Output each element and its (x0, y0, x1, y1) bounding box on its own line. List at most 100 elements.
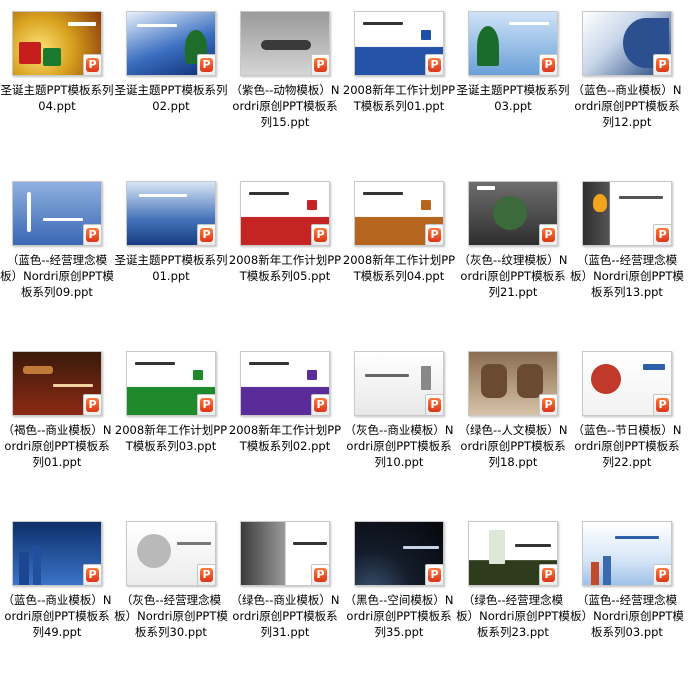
thumbnail-decoration (591, 562, 599, 585)
powerpoint-icon: P (539, 54, 557, 75)
file-item[interactable]: P 2008新年工作计划PPT模板系列04.ppt (342, 170, 456, 338)
file-thumbnail[interactable]: P (582, 521, 672, 586)
file-name-label[interactable]: （褐色--商业模板）Nordri原创PPT模板系列01.ppt (0, 422, 114, 470)
file-thumbnail[interactable]: P (354, 351, 444, 416)
file-name-label[interactable]: 圣诞主题PPT模板系列04.ppt (0, 82, 114, 114)
file-name-label[interactable]: 2008新年工作计划PPT模板系列03.ppt (114, 422, 228, 454)
file-item[interactable]: P 2008新年工作计划PPT模板系列01.ppt (342, 0, 456, 168)
thumbnail-decoration (27, 192, 31, 232)
thumbnail-decoration (307, 200, 317, 210)
powerpoint-icon: P (83, 54, 101, 75)
file-item[interactable]: P 圣诞主题PPT模板系列01.ppt (114, 170, 228, 338)
file-name-label[interactable]: （绿色--经营理念模板）Nordri原创PPT模板系列23.ppt (456, 592, 570, 640)
file-thumbnail[interactable]: P (12, 521, 102, 586)
thumbnail-decoration (68, 22, 96, 26)
file-name-label[interactable]: （灰色--商业模板）Nordri原创PPT模板系列10.ppt (342, 422, 456, 470)
file-thumbnail[interactable]: P (240, 181, 330, 246)
powerpoint-icon-letter: P (430, 398, 439, 411)
thumbnail-decoration (249, 362, 289, 365)
file-name-label[interactable]: （蓝色--经营理念模板）Nordri原创PPT模板系列03.ppt (570, 592, 684, 640)
file-item[interactable]: P 圣诞主题PPT模板系列03.ppt (456, 0, 570, 168)
file-name-label[interactable]: 圣诞主题PPT模板系列01.ppt (114, 252, 228, 284)
file-item[interactable]: P （绿色--人文模板）Nordri原创PPT模板系列18.ppt (456, 340, 570, 508)
file-item[interactable]: P （蓝色--经营理念模板）Nordri原创PPT模板系列09.ppt (0, 170, 114, 338)
file-item[interactable]: P （蓝色--经营理念模板）Nordri原创PPT模板系列03.ppt (570, 510, 684, 678)
file-thumbnail[interactable]: P (582, 11, 672, 76)
thumbnail-decoration (135, 362, 175, 365)
file-item[interactable]: P 2008新年工作计划PPT模板系列05.ppt (228, 170, 342, 338)
powerpoint-icon-letter: P (430, 58, 439, 71)
file-item[interactable]: P （绿色--商业模板）Nordri原创PPT模板系列31.ppt (228, 510, 342, 678)
file-item[interactable]: P （黑色--空间模板）Nordri原创PPT模板系列35.ppt (342, 510, 456, 678)
thumbnail-decoration (33, 546, 41, 585)
file-item[interactable]: P （灰色--商业模板）Nordri原创PPT模板系列10.ppt (342, 340, 456, 508)
file-name-label[interactable]: （绿色--商业模板）Nordri原创PPT模板系列31.ppt (228, 592, 342, 640)
file-thumbnail[interactable]: P (126, 181, 216, 246)
file-thumbnail[interactable]: P (582, 181, 672, 246)
file-thumbnail[interactable]: P (12, 181, 102, 246)
powerpoint-icon-letter: P (544, 568, 553, 581)
powerpoint-icon-letter: P (316, 568, 325, 581)
powerpoint-icon-letter: P (430, 568, 439, 581)
file-thumbnail[interactable]: P (354, 181, 444, 246)
file-thumbnail[interactable]: P (12, 11, 102, 76)
file-name-label[interactable]: （灰色--纹理模板）Nordri原创PPT模板系列21.ppt (456, 252, 570, 300)
file-thumbnail[interactable]: P (12, 351, 102, 416)
file-item[interactable]: P （灰色--经营理念模板）Nordri原创PPT模板系列30.ppt (114, 510, 228, 678)
file-thumbnail[interactable]: P (468, 181, 558, 246)
file-name-label[interactable]: （蓝色--经营理念模板）Nordri原创PPT模板系列09.ppt (0, 252, 114, 300)
file-item[interactable]: P 2008新年工作计划PPT模板系列02.ppt (228, 340, 342, 508)
thumbnail-decoration (363, 22, 403, 25)
file-name-label[interactable]: 圣诞主题PPT模板系列02.ppt (114, 82, 228, 114)
file-thumbnail[interactable]: P (354, 11, 444, 76)
file-thumbnail[interactable]: P (126, 11, 216, 76)
file-name-label[interactable]: （黑色--空间模板）Nordri原创PPT模板系列35.ppt (342, 592, 456, 640)
file-name-label[interactable]: 2008新年工作计划PPT模板系列02.ppt (228, 422, 342, 454)
file-thumbnail[interactable]: P (126, 521, 216, 586)
file-item[interactable]: P （灰色--纹理模板）Nordri原创PPT模板系列21.ppt (456, 170, 570, 338)
file-item[interactable]: P （绿色--经营理念模板）Nordri原创PPT模板系列23.ppt (456, 510, 570, 678)
file-thumbnail[interactable]: P (240, 351, 330, 416)
thumbnail-decoration (365, 374, 409, 377)
thumbnail-decoration (53, 384, 93, 387)
file-name-label[interactable]: （绿色--人文模板）Nordri原创PPT模板系列18.ppt (456, 422, 570, 470)
file-name-label[interactable]: 2008新年工作计划PPT模板系列04.ppt (342, 252, 456, 284)
file-item[interactable]: P 圣诞主题PPT模板系列02.ppt (114, 0, 228, 168)
file-name-label[interactable]: 2008新年工作计划PPT模板系列05.ppt (228, 252, 342, 284)
file-item[interactable]: P （蓝色--商业模板）Nordri原创PPT模板系列12.ppt (570, 0, 684, 168)
file-name-label[interactable]: 2008新年工作计划PPT模板系列01.ppt (342, 82, 456, 114)
powerpoint-icon-letter: P (202, 228, 211, 241)
file-thumbnail[interactable]: P (582, 351, 672, 416)
powerpoint-icon-letter: P (658, 398, 667, 411)
powerpoint-icon: P (197, 564, 215, 585)
file-thumbnail[interactable]: P (126, 351, 216, 416)
powerpoint-icon: P (425, 394, 443, 415)
file-item[interactable]: P （蓝色--商业模板）Nordri原创PPT模板系列49.ppt (0, 510, 114, 678)
file-name-label[interactable]: （灰色--经营理念模板）Nordri原创PPT模板系列30.ppt (114, 592, 228, 640)
file-name-label[interactable]: （蓝色--商业模板）Nordri原创PPT模板系列49.ppt (0, 592, 114, 640)
thumbnail-decoration (139, 194, 187, 197)
powerpoint-icon: P (539, 564, 557, 585)
file-thumbnail[interactable]: P (240, 521, 330, 586)
file-item[interactable]: P （褐色--商业模板）Nordri原创PPT模板系列01.ppt (0, 340, 114, 508)
file-name-label[interactable]: （紫色--动物模板）Nordri原创PPT模板系列15.ppt (228, 82, 342, 130)
thumbnail-decoration (477, 26, 499, 66)
file-thumbnail[interactable]: P (468, 351, 558, 416)
file-item[interactable]: P 2008新年工作计划PPT模板系列03.ppt (114, 340, 228, 508)
file-item[interactable]: P （紫色--动物模板）Nordri原创PPT模板系列15.ppt (228, 0, 342, 168)
file-item[interactable]: P （蓝色--节日模板）Nordri原创PPT模板系列22.ppt (570, 340, 684, 508)
thumbnail-decoration (477, 186, 495, 190)
file-name-label[interactable]: （蓝色--节日模板）Nordri原创PPT模板系列22.ppt (570, 422, 684, 470)
file-thumbnail[interactable]: P (468, 521, 558, 586)
file-name-label[interactable]: （蓝色--商业模板）Nordri原创PPT模板系列12.ppt (570, 82, 684, 130)
powerpoint-icon: P (653, 394, 671, 415)
file-name-label[interactable]: （蓝色--经营理念模板）Nordri原创PPT模板系列13.ppt (570, 252, 684, 300)
file-thumbnail[interactable]: P (468, 11, 558, 76)
thumbnail-decoration (177, 542, 211, 545)
file-thumbnail[interactable]: P (240, 11, 330, 76)
file-name-label[interactable]: 圣诞主题PPT模板系列03.ppt (456, 82, 570, 114)
file-thumbnail[interactable]: P (354, 521, 444, 586)
file-item[interactable]: P 圣诞主题PPT模板系列04.ppt (0, 0, 114, 168)
file-item[interactable]: P （蓝色--经营理念模板）Nordri原创PPT模板系列13.ppt (570, 170, 684, 338)
thumbnail-decoration (193, 370, 203, 380)
